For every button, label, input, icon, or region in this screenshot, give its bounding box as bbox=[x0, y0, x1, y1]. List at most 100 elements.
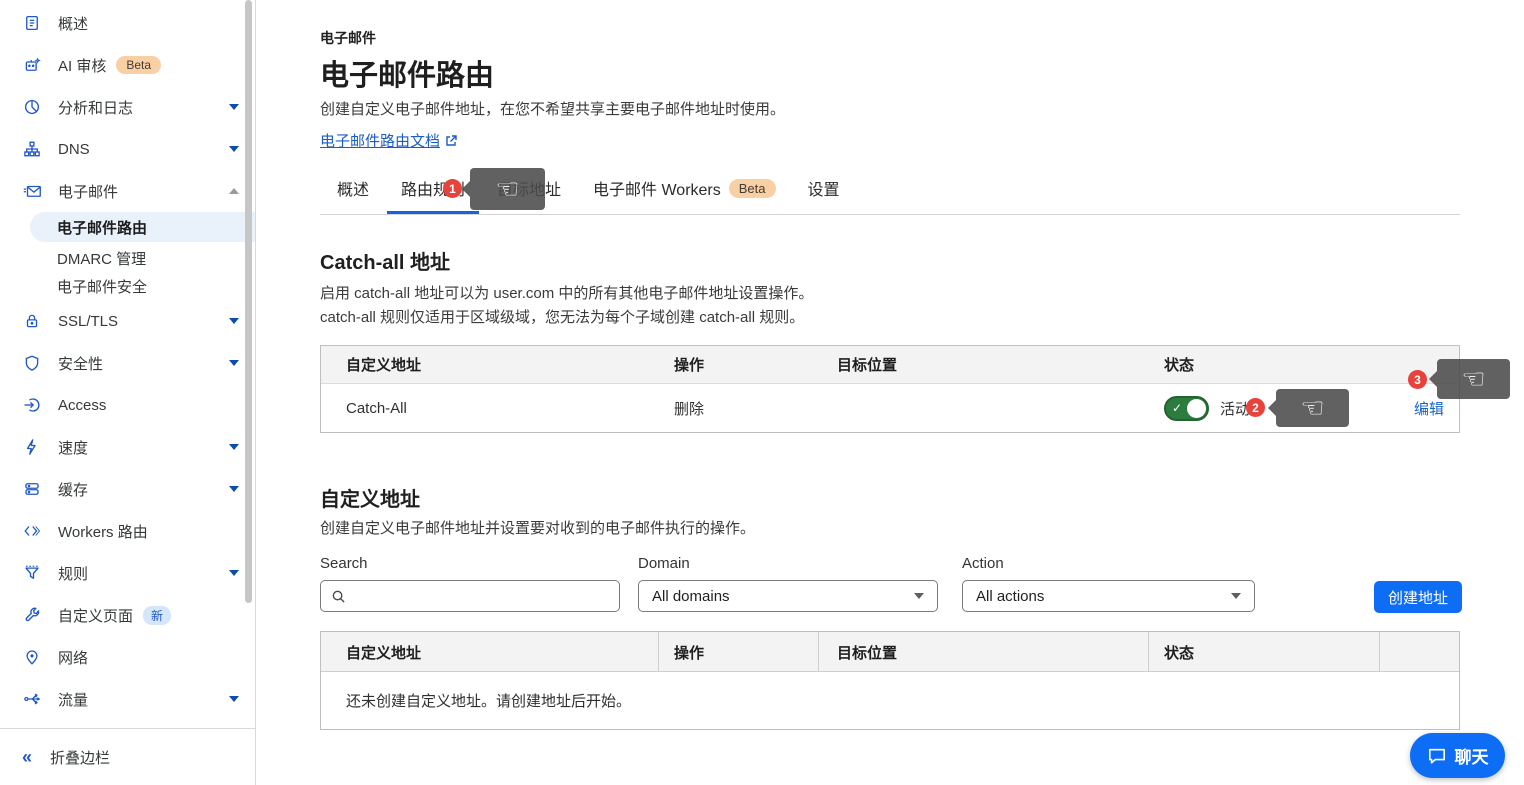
chevron-down-icon bbox=[914, 593, 924, 599]
sidebar-item-custom-pages[interactable]: 自定义页面 新 bbox=[0, 594, 255, 636]
sidebar-item-email[interactable]: 电子邮件 bbox=[0, 170, 255, 212]
chevron-down-icon bbox=[1231, 593, 1241, 599]
sidebar-nav: 概述 AI 审核 Beta 分析和日志 DNS bbox=[0, 0, 255, 720]
sidebar-item-label: 分析和日志 bbox=[58, 97, 133, 118]
sidebar-item-dns[interactable]: DNS bbox=[0, 128, 255, 170]
sidebar-item-label: DNS bbox=[58, 141, 90, 158]
sidebar-item-label: 安全性 bbox=[58, 353, 103, 374]
external-link-icon bbox=[445, 135, 457, 147]
create-address-button[interactable]: 创建地址 bbox=[1374, 581, 1462, 613]
sidebar-item-ssl-tls[interactable]: SSL/TLS bbox=[0, 300, 255, 342]
annotation-cursor-box-3: ☜ bbox=[1437, 359, 1510, 399]
catch-all-table-header: 自定义地址 操作 目标位置 状态 bbox=[321, 346, 1459, 384]
sidebar-item-label: 概述 bbox=[58, 13, 88, 34]
column-header-custom-address: 自定义地址 bbox=[321, 632, 659, 672]
breadcrumb-eyebrow: 电子邮件 bbox=[320, 28, 376, 48]
custom-addresses-description: 创建自定义电子邮件地址并设置要对收到的电子邮件执行的操作。 bbox=[320, 517, 755, 541]
search-input[interactable] bbox=[354, 581, 619, 611]
chevron-down-icon bbox=[229, 696, 239, 702]
sidebar-item-label: SSL/TLS bbox=[58, 313, 118, 330]
chevron-down-icon bbox=[229, 444, 239, 450]
email-icon bbox=[22, 181, 42, 201]
sidebar-item-access[interactable]: Access bbox=[0, 384, 255, 426]
catch-all-description-line2: catch-all 规则仅适用于区域级域，您无法为每个子域创建 catch-al… bbox=[320, 306, 813, 330]
sidebar: 概述 AI 审核 Beta 分析和日志 DNS bbox=[0, 0, 256, 785]
custom-addresses-heading: 自定义地址 bbox=[320, 483, 420, 512]
column-header-custom-address: 自定义地址 bbox=[321, 354, 659, 375]
sidebar-footer: « 折叠边栏 bbox=[0, 728, 255, 785]
sidebar-item-speed[interactable]: 速度 bbox=[0, 426, 255, 468]
toggle-knob bbox=[1187, 399, 1206, 418]
empty-state-text: 还未创建自定义地址。请创建地址后开始。 bbox=[321, 672, 1459, 729]
column-header-destination: 目标位置 bbox=[819, 354, 1149, 375]
document-icon bbox=[22, 13, 42, 33]
pin-icon bbox=[22, 647, 42, 667]
hand-cursor-icon: ☜ bbox=[1300, 395, 1324, 422]
sidebar-item-label: 缓存 bbox=[58, 479, 88, 500]
sidebar-item-label: 电子邮件 bbox=[58, 181, 118, 202]
sidebar-item-overview[interactable]: 概述 bbox=[0, 2, 255, 44]
tab-settings[interactable]: 设置 bbox=[794, 176, 854, 214]
sidebar-item-workers-routes[interactable]: Workers 路由 bbox=[0, 510, 255, 552]
catch-all-address: Catch-All bbox=[321, 400, 659, 417]
lock-icon bbox=[22, 311, 42, 331]
sidebar-subitem-label: DMARC 管理 bbox=[57, 248, 146, 269]
tab-label: 设置 bbox=[808, 176, 840, 200]
tab-email-workers[interactable]: 电子邮件 Workers Beta bbox=[579, 176, 789, 214]
search-field[interactable] bbox=[320, 580, 620, 612]
collapse-sidebar-button[interactable]: « 折叠边栏 bbox=[0, 729, 255, 785]
sidebar-item-network[interactable]: 网络 bbox=[0, 636, 255, 678]
robot-icon bbox=[22, 55, 42, 75]
code-icon bbox=[22, 521, 42, 541]
chat-bubble-icon bbox=[1427, 747, 1447, 765]
edit-link[interactable]: 编辑 bbox=[1414, 401, 1444, 418]
chevron-down-icon bbox=[229, 360, 239, 366]
email-routing-docs-link[interactable]: 电子邮件路由文档 bbox=[320, 130, 457, 151]
page-description: 创建自定义电子邮件地址，在您不希望共享主要电子邮件地址时使用。 bbox=[320, 98, 785, 119]
catch-all-toggle[interactable]: ✓ bbox=[1164, 396, 1209, 421]
action-select[interactable]: All actions bbox=[962, 580, 1255, 612]
sidebar-item-rules[interactable]: 规则 bbox=[0, 552, 255, 594]
collapse-label: 折叠边栏 bbox=[50, 747, 110, 768]
chevron-down-icon bbox=[229, 104, 239, 110]
chat-button[interactable]: 聊天 bbox=[1410, 733, 1505, 778]
column-header-status: 状态 bbox=[1149, 354, 1380, 375]
catch-all-description: 启用 catch-all 地址可以为 user.com 中的所有其他电子邮件地址… bbox=[320, 282, 813, 330]
collapse-icon: « bbox=[22, 747, 32, 768]
sidebar-item-email-routing[interactable]: 电子邮件路由 bbox=[30, 212, 255, 242]
catch-all-heading: Catch-all 地址 bbox=[320, 246, 450, 275]
email-submenu: 电子邮件路由 DMARC 管理 电子邮件安全 bbox=[0, 212, 255, 300]
annotation-cursor-box-1: ☜ bbox=[470, 168, 545, 210]
sidebar-scrollbar[interactable] bbox=[245, 0, 252, 603]
sidebar-item-ai-audit[interactable]: AI 审核 Beta bbox=[0, 44, 255, 86]
traffic-icon bbox=[22, 689, 42, 709]
sidebar-item-label: Access bbox=[58, 397, 106, 414]
shield-icon bbox=[22, 353, 42, 373]
tab-overview[interactable]: 概述 bbox=[323, 176, 383, 214]
sidebar-item-analytics[interactable]: 分析和日志 bbox=[0, 86, 255, 128]
custom-addresses-table-header: 自定义地址 操作 目标位置 状态 bbox=[321, 632, 1459, 672]
hand-cursor-icon: ☜ bbox=[1461, 366, 1485, 393]
sidebar-subitem-label: 电子邮件安全 bbox=[57, 276, 147, 297]
domain-label: Domain bbox=[638, 555, 690, 572]
annotation-badge-2: 2 bbox=[1246, 398, 1265, 417]
catch-all-description-line1: 启用 catch-all 地址可以为 user.com 中的所有其他电子邮件地址… bbox=[320, 282, 813, 306]
catch-all-action: 删除 bbox=[659, 398, 819, 419]
action-select-value: All actions bbox=[976, 588, 1044, 605]
sidebar-item-email-security[interactable]: 电子邮件安全 bbox=[0, 272, 255, 300]
sidebar-item-dmarc[interactable]: DMARC 管理 bbox=[0, 244, 255, 272]
chevron-down-icon bbox=[229, 486, 239, 492]
wrench-icon bbox=[22, 605, 42, 625]
sidebar-item-cache[interactable]: 缓存 bbox=[0, 468, 255, 510]
column-header-status: 状态 bbox=[1149, 632, 1380, 672]
sidebar-subitem-label: 电子邮件路由 bbox=[57, 217, 147, 238]
chevron-down-icon bbox=[229, 570, 239, 576]
sidebar-item-traffic[interactable]: 流量 bbox=[0, 678, 255, 720]
tab-label: 电子邮件 Workers bbox=[593, 176, 721, 200]
hand-cursor-icon: ☜ bbox=[495, 176, 519, 203]
tab-label: 概述 bbox=[337, 176, 369, 200]
search-icon bbox=[331, 589, 346, 604]
domain-select[interactable]: All domains bbox=[638, 580, 938, 612]
lightning-icon bbox=[22, 437, 42, 457]
sidebar-item-security[interactable]: 安全性 bbox=[0, 342, 255, 384]
